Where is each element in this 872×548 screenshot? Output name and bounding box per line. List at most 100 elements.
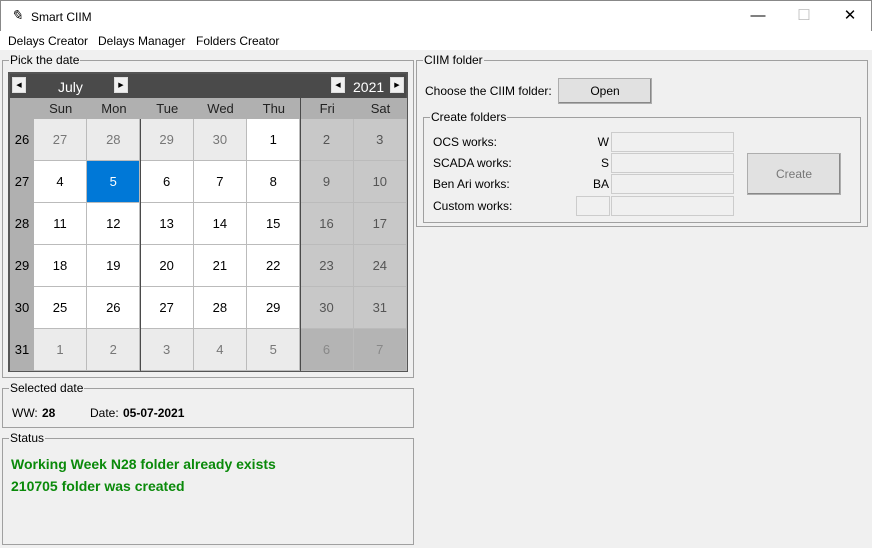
calendar-day[interactable]: 21 bbox=[193, 245, 247, 287]
open-button[interactable]: Open bbox=[558, 78, 652, 104]
calendar-day[interactable]: 15 bbox=[247, 203, 301, 245]
status-line: 210705 folder was created bbox=[11, 478, 185, 494]
calendar-day[interactable]: 20 bbox=[140, 245, 194, 287]
calendar-day[interactable]: 27 bbox=[34, 119, 87, 161]
calendar-day[interactable]: 1 bbox=[247, 119, 301, 161]
week-header bbox=[10, 98, 34, 119]
window-title: Smart CIIM bbox=[31, 10, 92, 24]
frame-label: Pick the date bbox=[9, 53, 81, 67]
next-year-button[interactable]: ▶ bbox=[390, 77, 404, 93]
year-label: 2021 bbox=[353, 79, 385, 95]
status-frame: Status Working Week N28 folder already e… bbox=[2, 431, 414, 545]
minimize-button[interactable]: — bbox=[735, 1, 781, 32]
month-label: July bbox=[58, 79, 83, 95]
calendar-day[interactable]: 3 bbox=[140, 329, 194, 371]
calendar-day[interactable]: 28 bbox=[87, 119, 141, 161]
week-number: 30 bbox=[10, 287, 34, 329]
day-name: Fri bbox=[300, 98, 354, 119]
prev-year-button[interactable]: ◀ bbox=[331, 77, 345, 93]
menu-delays-manager[interactable]: Delays Manager bbox=[98, 34, 185, 48]
calendar-day[interactable]: 7 bbox=[353, 329, 407, 371]
custom-label: Custom works: bbox=[433, 199, 513, 213]
calendar: ◀ July ▶ ◀ 2021 ▶ Sun Mon Tue Wed Thu Fri Sat 2… bbox=[8, 72, 408, 372]
calendar-day[interactable]: 26 bbox=[87, 287, 141, 329]
calendar-day[interactable]: 29 bbox=[140, 119, 194, 161]
calendar-day[interactable]: 30 bbox=[193, 119, 247, 161]
calendar-day[interactable]: 31 bbox=[353, 287, 407, 329]
scada-input[interactable] bbox=[611, 153, 734, 173]
calendar-day[interactable]: 6 bbox=[140, 161, 194, 203]
calendar-day[interactable]: 8 bbox=[247, 161, 301, 203]
status-line: Working Week N28 folder already exists bbox=[11, 456, 276, 472]
calendar-day[interactable]: 17 bbox=[353, 203, 407, 245]
calendar-day[interactable]: 6 bbox=[300, 329, 354, 371]
calendar-day[interactable]: 30 bbox=[300, 287, 354, 329]
calendar-day[interactable]: 1 bbox=[34, 329, 87, 371]
calendar-day[interactable]: 23 bbox=[300, 245, 354, 287]
ww-label: WW: bbox=[12, 406, 38, 420]
ben-ari-label: Ben Ari works: bbox=[433, 177, 510, 191]
custom-input[interactable] bbox=[611, 196, 734, 216]
next-month-button[interactable]: ▶ bbox=[114, 77, 128, 93]
frame-label: Create folders bbox=[430, 110, 508, 124]
calendar-day[interactable]: 11 bbox=[34, 203, 87, 245]
calendar-day[interactable]: 27 bbox=[140, 287, 194, 329]
maximize-button[interactable]: ☐ bbox=[781, 1, 827, 32]
week-number: 29 bbox=[10, 245, 34, 287]
calendar-day[interactable]: 16 bbox=[300, 203, 354, 245]
ocs-input[interactable] bbox=[611, 132, 734, 152]
ocs-label: OCS works: bbox=[433, 135, 498, 149]
day-name: Wed bbox=[193, 98, 248, 119]
create-button[interactable]: Create bbox=[747, 153, 841, 195]
week-number: 31 bbox=[10, 329, 34, 371]
frame-label: Status bbox=[9, 431, 46, 445]
feather-icon: ✎ bbox=[11, 7, 23, 23]
calendar-day[interactable]: 12 bbox=[87, 203, 141, 245]
create-folders-frame: Create folders OCS works: W SCADA works:… bbox=[423, 110, 861, 223]
ben-ari-prefix: BA bbox=[592, 177, 609, 191]
menu-delays-creator[interactable]: Delays Creator bbox=[8, 34, 88, 48]
calendar-day[interactable]: 7 bbox=[193, 161, 247, 203]
week-number: 28 bbox=[10, 203, 34, 245]
choose-folder-label: Choose the CIIM folder: bbox=[425, 84, 552, 98]
calendar-day[interactable]: 19 bbox=[87, 245, 141, 287]
date-label: Date: bbox=[90, 406, 119, 420]
day-name: Sun bbox=[34, 98, 88, 119]
scada-prefix: S bbox=[600, 156, 609, 170]
title-bar: ✎ Smart CIIM — ☐ ✕ bbox=[0, 0, 872, 31]
day-name: Mon bbox=[87, 98, 141, 119]
ocs-prefix: W bbox=[597, 135, 609, 149]
calendar-day[interactable]: 13 bbox=[140, 203, 194, 245]
calendar-day[interactable]: 29 bbox=[247, 287, 301, 329]
calendar-day[interactable]: 9 bbox=[300, 161, 354, 203]
menu-bar: Delays Creator Delays Manager Folders Cr… bbox=[0, 31, 872, 50]
calendar-day[interactable]: 14 bbox=[193, 203, 247, 245]
calendar-day[interactable]: 5 bbox=[247, 329, 301, 371]
calendar-day[interactable]: 4 bbox=[34, 161, 87, 203]
day-name: Sat bbox=[353, 98, 408, 119]
frame-label: CIIM folder bbox=[423, 53, 484, 67]
calendar-day[interactable]: 24 bbox=[353, 245, 407, 287]
prev-month-button[interactable]: ◀ bbox=[12, 77, 26, 93]
week-number: 26 bbox=[10, 119, 34, 161]
selected-date-frame: Selected date WW: 28 Date: 05-07-2021 bbox=[2, 381, 414, 428]
calendar-day[interactable]: 4 bbox=[193, 329, 247, 371]
calendar-day[interactable]: 3 bbox=[353, 119, 407, 161]
calendar-day[interactable]: 2 bbox=[87, 329, 141, 371]
day-name: Tue bbox=[140, 98, 194, 119]
date-value: 05-07-2021 bbox=[123, 406, 185, 420]
ben-ari-input[interactable] bbox=[611, 174, 734, 194]
custom-prefix-input[interactable] bbox=[576, 196, 610, 216]
day-name: Thu bbox=[247, 98, 301, 119]
calendar-day[interactable]: 10 bbox=[353, 161, 407, 203]
frame-label: Selected date bbox=[9, 381, 85, 395]
calendar-day[interactable]: 2 bbox=[300, 119, 354, 161]
calendar-day[interactable]: 18 bbox=[34, 245, 87, 287]
calendar-day[interactable]: 28 bbox=[193, 287, 247, 329]
calendar-day[interactable]: 25 bbox=[34, 287, 87, 329]
close-button[interactable]: ✕ bbox=[827, 1, 872, 32]
calendar-day[interactable]: 22 bbox=[247, 245, 301, 287]
week-number: 27 bbox=[10, 161, 34, 203]
calendar-day[interactable]: 5 bbox=[87, 161, 141, 203]
menu-folders-creator[interactable]: Folders Creator bbox=[196, 34, 279, 48]
